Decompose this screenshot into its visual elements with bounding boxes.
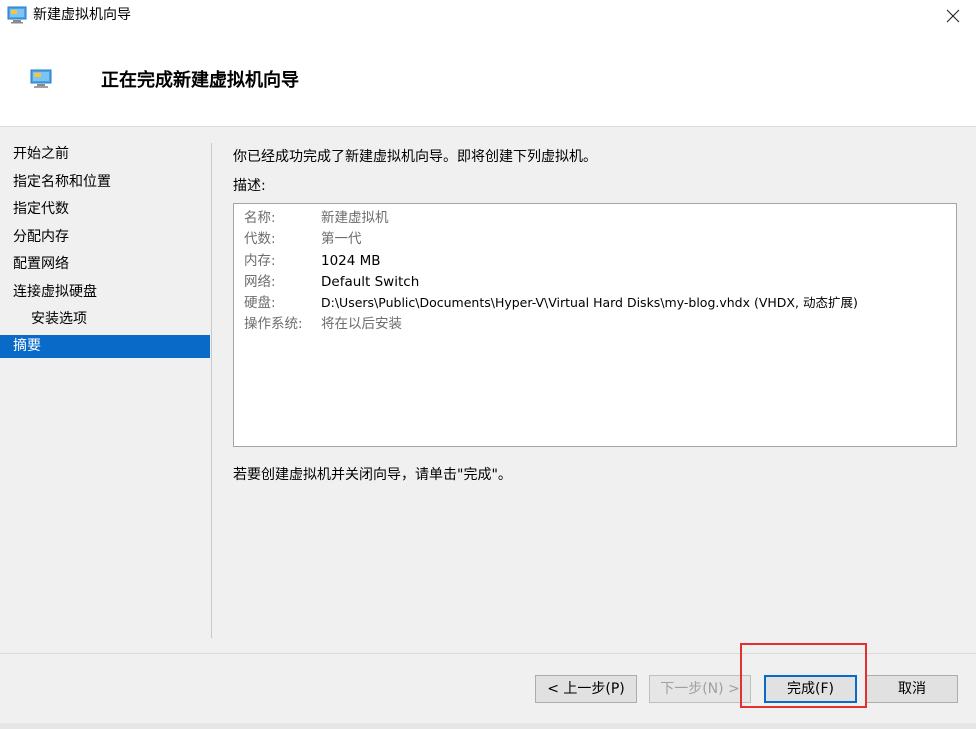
page-title: 正在完成新建虚拟机向导 [101, 70, 299, 91]
monitor-icon [30, 69, 52, 88]
summary-key: 代数: [244, 231, 276, 247]
step-memory[interactable]: 分配内存 [0, 226, 210, 249]
intro-text: 你已经成功完成了新建虚拟机向导。即将创建下列虚拟机。 [233, 149, 597, 165]
step-summary[interactable]: 摘要 [0, 335, 210, 358]
close-icon [946, 9, 960, 23]
summary-value: 新建虚拟机 [321, 210, 389, 226]
step-before-you-begin[interactable]: 开始之前 [0, 143, 210, 166]
summary-key: 内存: [244, 253, 276, 269]
cancel-button[interactable]: 取消 [866, 675, 958, 703]
description-label: 描述: [233, 178, 266, 194]
summary-value: 将在以后安装 [321, 316, 402, 332]
step-install-options[interactable]: 安装选项 [0, 308, 210, 331]
step-virtual-disk[interactable]: 连接虚拟硬盘 [0, 281, 210, 304]
finish-instruction: 若要创建虚拟机并关闭向导，请单击"完成"。 [233, 467, 512, 483]
step-name-and-location[interactable]: 指定名称和位置 [0, 171, 210, 194]
summary-value: 1024 MB [321, 253, 381, 269]
monitor-icon [7, 6, 27, 24]
summary-key: 操作系统: [244, 316, 303, 332]
previous-button[interactable]: < 上一步(P) [535, 675, 637, 703]
next-button[interactable]: 下一步(N) > [649, 675, 751, 703]
step-network[interactable]: 配置网络 [0, 253, 210, 276]
summary-key: 网络: [244, 274, 276, 290]
summary-value: Default Switch [321, 274, 420, 290]
step-generation[interactable]: 指定代数 [0, 198, 210, 221]
summary-value: 第一代 [321, 231, 362, 247]
summary-value: D:\Users\Public\Documents\Hyper-V\Virtua… [321, 295, 858, 310]
title-bar: 新建虚拟机向导 [0, 0, 976, 32]
window-bottom-edge [0, 723, 976, 729]
summary-box[interactable]: 名称: 新建虚拟机 代数: 第一代 内存: 1024 MB 网络: Defaul… [233, 203, 957, 447]
close-button[interactable] [930, 0, 976, 32]
sidebar-divider [211, 143, 212, 638]
summary-key: 名称: [244, 210, 276, 226]
wizard-steps: 开始之前 指定名称和位置 指定代数 分配内存 配置网络 连接虚拟硬盘 安装选项 … [0, 127, 211, 639]
window-title: 新建虚拟机向导 [33, 7, 131, 23]
finish-highlight-box [740, 643, 867, 708]
summary-key: 硬盘: [244, 295, 276, 311]
wizard-header: 正在完成新建虚拟机向导 [0, 32, 976, 127]
